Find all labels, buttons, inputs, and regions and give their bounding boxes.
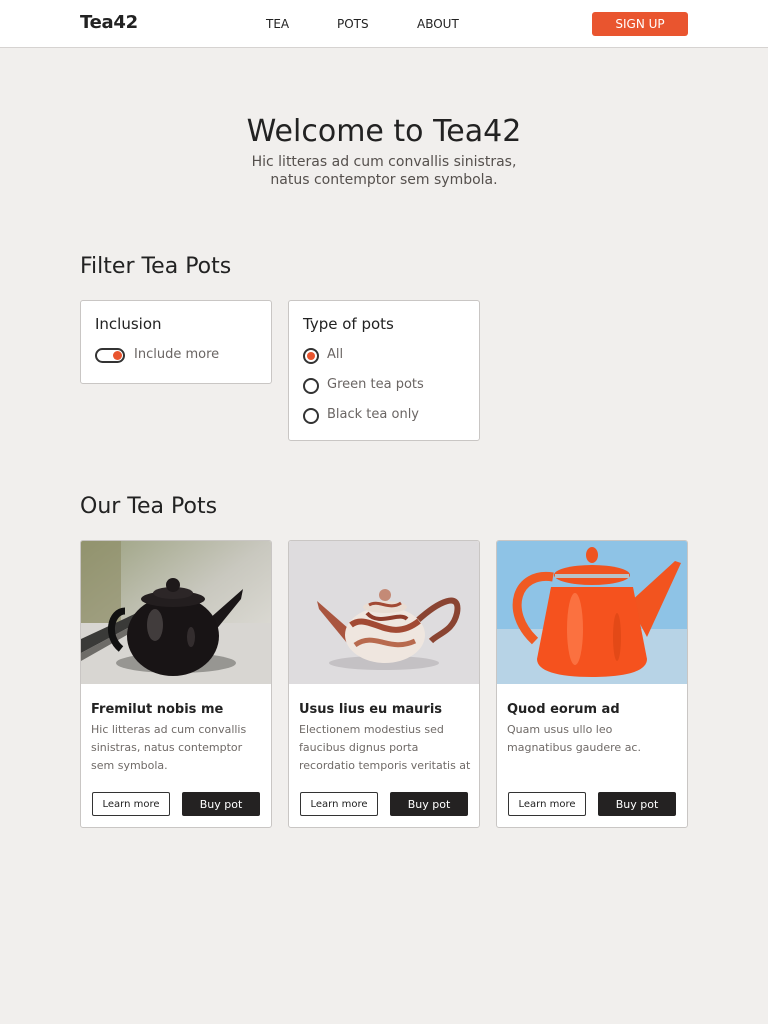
learn-more-button[interactable]: Learn more — [300, 792, 378, 816]
nav-tea[interactable]: TEA — [266, 17, 289, 31]
product-description: Electionem modestius sed faucibus dignus… — [299, 723, 471, 772]
type-filter-card: Type of pots All Green tea pots Black te… — [288, 300, 480, 441]
learn-more-button[interactable]: Learn more — [508, 792, 586, 816]
radio-label-black: Black tea only — [327, 407, 419, 422]
toggle-knob — [113, 351, 122, 360]
product-description: Hic litteras ad cum convallis sinistras,… — [91, 723, 247, 772]
page-title: Welcome to Tea42 — [246, 114, 522, 149]
marbled-teapot-image[interactable] — [289, 541, 479, 684]
inclusion-filter-card: Inclusion Include more — [80, 300, 272, 384]
hero-subtitle: Hic litteras ad cum convallis sinistras,… — [251, 154, 517, 188]
radio-label-green: Green tea pots — [327, 377, 424, 392]
radio-button-all[interactable] — [303, 348, 319, 364]
radio-dot — [307, 352, 315, 360]
include-more-label: Include more — [134, 347, 220, 362]
products-heading: Our Tea Pots — [80, 494, 218, 519]
radio-button-green[interactable] — [303, 378, 319, 394]
product-card: Quod eorum ad Quam usus ullo leo magnati… — [496, 540, 688, 828]
product-title: Fremilut nobis me — [91, 702, 224, 717]
include-more-toggle[interactable] — [95, 348, 125, 363]
product-card: Fremilut nobis me Hic litteras ad cum co… — [80, 540, 272, 828]
product-description: Quam usus ullo leo magnatibus gaudere ac… — [507, 723, 641, 754]
top-nav-bar: Tea42 TEA POTS ABOUT SIGN UP — [0, 0, 768, 48]
product-card: Usus lius eu mauris Electionem modestius… — [288, 540, 480, 828]
orange-teapot-image[interactable] — [497, 541, 687, 684]
nav-about[interactable]: ABOUT — [417, 17, 459, 31]
radio-button-black[interactable] — [303, 408, 319, 424]
radio-label-all: All — [327, 347, 344, 362]
black-teapot-image[interactable] — [81, 541, 271, 684]
learn-more-button[interactable]: Learn more — [92, 792, 170, 816]
product-title: Quod eorum ad — [507, 702, 620, 717]
product-title: Usus lius eu mauris — [299, 702, 443, 717]
type-title: Type of pots — [303, 315, 394, 333]
buy-pot-button[interactable]: Buy pot — [598, 792, 676, 816]
buy-pot-button[interactable]: Buy pot — [390, 792, 468, 816]
buy-pot-button[interactable]: Buy pot — [182, 792, 260, 816]
filter-heading: Filter Tea Pots — [80, 254, 232, 279]
inclusion-title: Inclusion — [95, 315, 162, 333]
brand-logo[interactable]: Tea42 — [80, 12, 138, 33]
signup-button[interactable]: SIGN UP — [592, 12, 688, 36]
nav-pots[interactable]: POTS — [337, 17, 369, 31]
